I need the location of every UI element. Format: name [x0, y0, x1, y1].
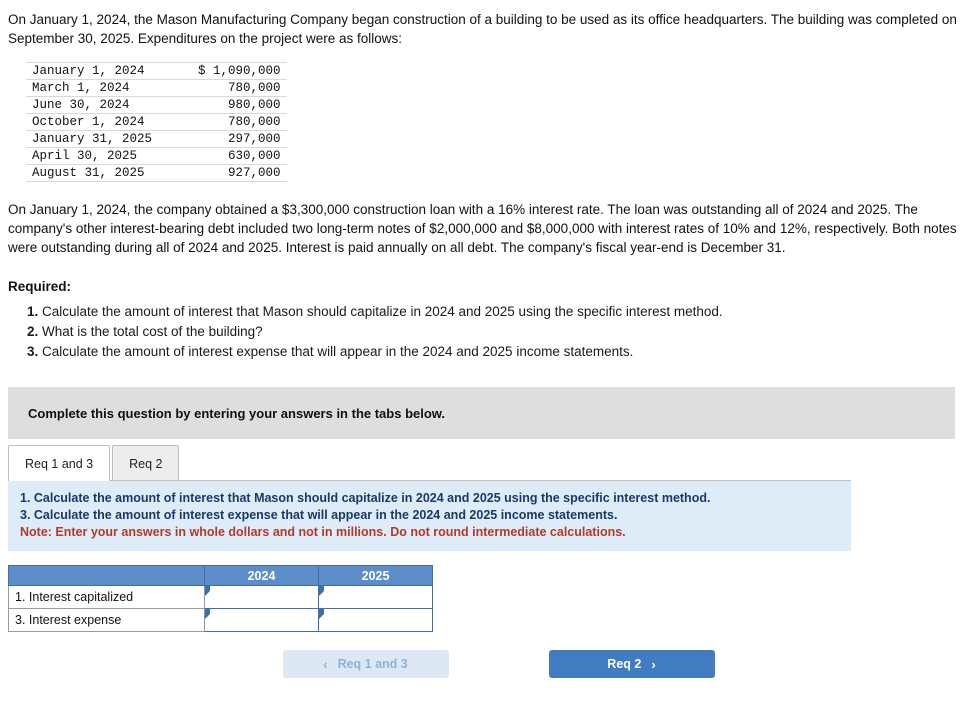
chevron-right-icon: ›: [651, 656, 656, 672]
answer-table-body: 1. Interest capitalized 3. Interest expe…: [8, 585, 433, 632]
answer-header-blank: [8, 565, 205, 586]
expenditure-date: August 31, 2025: [26, 164, 193, 182]
expenditures-table-wrapper: January 1, 2024 $ 1,090,000 March 1, 202…: [26, 62, 959, 182]
expenditure-amount: 980,000: [192, 96, 287, 114]
navigation-buttons: ‹ Req 1 and 3 Req 2 ›: [8, 650, 959, 678]
required-heading: Required:: [8, 279, 72, 294]
instruction-line-2: 3. Calculate the amount of interest expe…: [20, 508, 618, 522]
list-item: Calculate the amount of interest expense…: [42, 342, 959, 361]
required-list: Calculate the amount of interest that Ma…: [8, 302, 959, 361]
tab-req-2[interactable]: Req 2: [112, 445, 180, 481]
instructions-panel: 1. Calculate the amount of interest that…: [8, 481, 851, 551]
input-interest-capitalized-2024[interactable]: [204, 585, 319, 609]
input-interest-capitalized-2025[interactable]: [318, 585, 433, 609]
expenditure-date: June 30, 2024: [26, 96, 193, 114]
tab-bar: Req 1 and 3 Req 2: [8, 445, 955, 481]
question-page: On January 1, 2024, the Mason Manufactur…: [0, 0, 971, 716]
prev-button-label: Req 1 and 3: [337, 657, 408, 671]
next-req-2-button[interactable]: Req 2 ›: [548, 650, 715, 678]
table-row: June 30, 2024 980,000: [26, 96, 287, 114]
expenditure-amount: 780,000: [192, 113, 287, 131]
instruction-line-1: 1. Calculate the amount of interest that…: [20, 491, 711, 505]
prev-req-1-and-3-button[interactable]: ‹ Req 1 and 3: [282, 650, 449, 678]
input-interest-expense-2024[interactable]: [204, 608, 319, 632]
answer-table: 2024 2025 1. Interest capitalized 3. Int…: [8, 565, 433, 632]
expenditures-table: January 1, 2024 $ 1,090,000 March 1, 202…: [26, 62, 287, 182]
instruction-note: Note: Enter your answers in whole dollar…: [20, 525, 626, 539]
table-row: August 31, 2025 927,000: [26, 164, 287, 182]
input-interest-expense-2025[interactable]: [318, 608, 433, 632]
table-row: 3. Interest expense: [8, 608, 433, 632]
expenditure-date: April 30, 2025: [26, 147, 193, 165]
table-row: March 1, 2024 780,000: [26, 79, 287, 97]
tab-bar-rule: [8, 480, 851, 481]
expenditure-amount: 780,000: [192, 79, 287, 97]
table-row: January 1, 2024 $ 1,090,000: [26, 62, 287, 80]
expenditure-date: March 1, 2024: [26, 79, 193, 97]
answer-header-2025: 2025: [318, 565, 433, 586]
list-item: What is the total cost of the building?: [42, 322, 959, 341]
table-row: April 30, 2025 630,000: [26, 147, 287, 165]
expenditure-date: October 1, 2024: [26, 113, 193, 131]
expenditure-amount: 630,000: [192, 147, 287, 165]
answer-header-2024: 2024: [204, 565, 319, 586]
chevron-left-icon: ‹: [323, 656, 328, 672]
tab-req-1-and-3[interactable]: Req 1 and 3: [8, 445, 111, 481]
expenditure-amount: 927,000: [192, 164, 287, 182]
problem-paragraph-2: On January 1, 2024, the company obtained…: [8, 202, 957, 255]
list-item: Calculate the amount of interest that Ma…: [42, 302, 959, 321]
expenditure-amount: $ 1,090,000: [192, 62, 287, 80]
next-button-label: Req 2: [607, 657, 642, 671]
complete-question-banner: Complete this question by entering your …: [8, 387, 955, 439]
table-row: 1. Interest capitalized: [8, 585, 433, 609]
answer-row-label-interest-capitalized: 1. Interest capitalized: [8, 585, 205, 609]
answer-table-wrapper: 2024 2025 1. Interest capitalized 3. Int…: [8, 565, 959, 632]
expenditure-amount: 297,000: [192, 130, 287, 148]
answer-table-head: 2024 2025: [8, 565, 433, 586]
table-row: 2024 2025: [8, 565, 433, 586]
problem-paragraph-1: On January 1, 2024, the Mason Manufactur…: [8, 12, 957, 46]
answer-row-label-interest-expense: 3. Interest expense: [8, 608, 205, 632]
expenditure-date: January 1, 2024: [26, 62, 193, 80]
table-row: October 1, 2024 780,000: [26, 113, 287, 131]
expenditures-body: January 1, 2024 $ 1,090,000 March 1, 202…: [26, 62, 287, 182]
table-row: January 31, 2025 297,000: [26, 130, 287, 148]
expenditure-date: January 31, 2025: [26, 130, 193, 148]
